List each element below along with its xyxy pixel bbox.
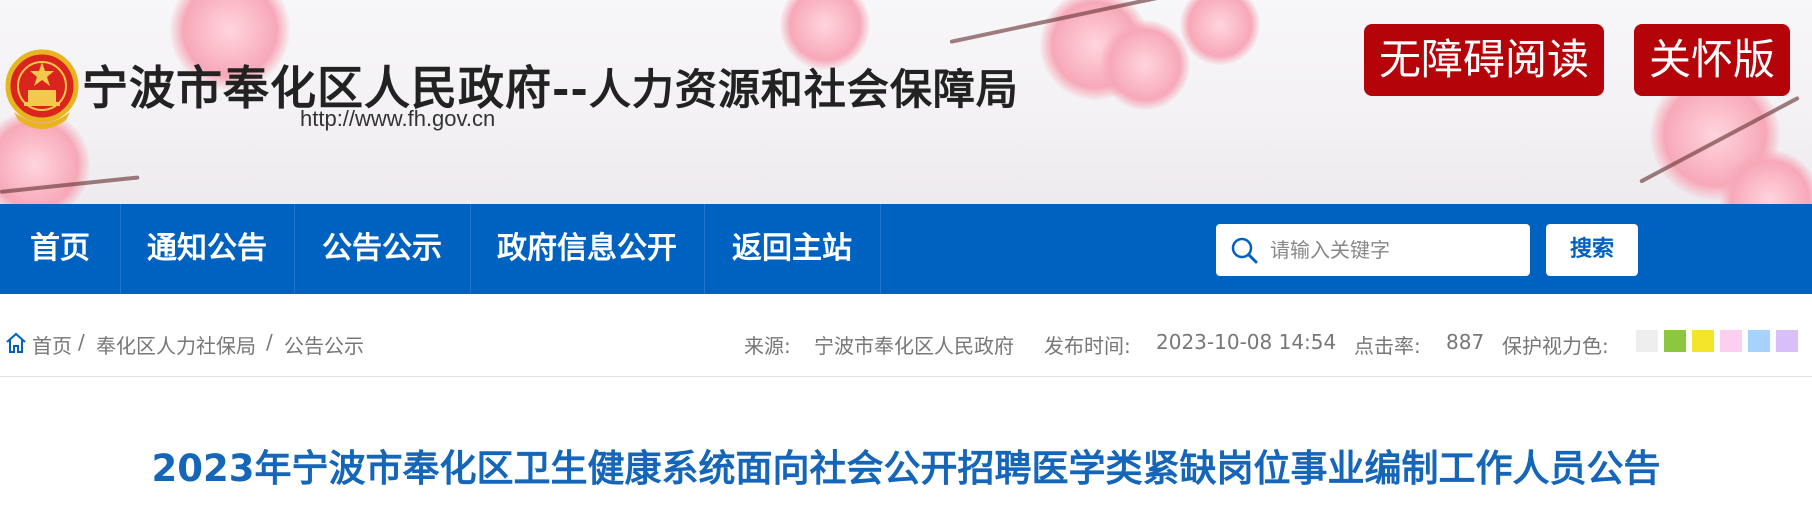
- care-mode-button[interactable]: 关怀版: [1634, 24, 1790, 96]
- article-title: 2023年宁波市奉化区卫生健康系统面向社会公开招聘医学类紧缺岗位事业编制工作人员…: [151, 447, 1661, 490]
- breadcrumb-separator: /: [78, 330, 85, 354]
- site-header: 宁波市奉化区人民政府--人力资源和社会保障局 http://www.fh.gov…: [0, 0, 1812, 204]
- accessibility-reading-button[interactable]: 无障碍阅读: [1364, 24, 1604, 96]
- site-title: 宁波市奉化区人民政府--人力资源和社会保障局: [82, 52, 1019, 118]
- click-count-label: 点击率:: [1354, 334, 1421, 358]
- search-box: [1216, 224, 1530, 276]
- publish-time-label: 发布时间:: [1044, 334, 1131, 358]
- source-label: 来源:: [744, 334, 791, 358]
- nav-item-home[interactable]: 首页: [0, 204, 120, 294]
- nav-item-notices[interactable]: 通知公告: [120, 204, 294, 294]
- breadcrumb-home[interactable]: 首页: [32, 330, 72, 359]
- site-title-sub: --人力资源和社会保障局: [552, 65, 1019, 114]
- eye-color-swatch-gray[interactable]: [1636, 330, 1658, 352]
- blossom-decoration: [1100, 20, 1190, 110]
- eye-color-swatch-pink[interactable]: [1720, 330, 1742, 352]
- breadcrumb-current[interactable]: 公告公示: [284, 330, 364, 359]
- search-icon: [1231, 237, 1258, 264]
- nav-divider: [880, 204, 881, 294]
- home-icon: [6, 332, 26, 353]
- breadcrumb-bar: 首页 / 奉化区人力社保局 / 公告公示 来源: 宁波市奉化区人民政府 发布时间…: [0, 326, 1812, 362]
- nav-item-announcements[interactable]: 公告公示: [294, 204, 470, 294]
- eye-care-color-label: 保护视力色:: [1502, 334, 1609, 358]
- nav-item-gov-info[interactable]: 政府信息公开: [470, 204, 704, 294]
- nav-item-main-site[interactable]: 返回主站: [704, 204, 880, 294]
- source-value: 宁波市奉化区人民政府: [814, 334, 1014, 358]
- search-input[interactable]: [1268, 224, 1518, 276]
- search-button[interactable]: 搜索: [1546, 224, 1638, 276]
- breadcrumb-bureau[interactable]: 奉化区人力社保局: [96, 330, 256, 359]
- eye-color-swatch-green[interactable]: [1664, 330, 1686, 352]
- eye-color-swatch-yellow[interactable]: [1692, 330, 1714, 352]
- breadcrumb-separator: /: [266, 330, 273, 354]
- blossom-decoration: [1180, 0, 1260, 65]
- click-count-value: 887: [1446, 330, 1485, 354]
- eye-color-swatch-blue[interactable]: [1748, 330, 1770, 352]
- publish-time-value: 2023-10-08 14:54: [1156, 330, 1337, 354]
- eye-color-swatch-purple[interactable]: [1776, 330, 1798, 352]
- site-url: http://www.fh.gov.cn: [300, 106, 496, 131]
- main-nav: 首页 通知公告 公告公示 政府信息公开 返回主站: [0, 204, 1812, 294]
- national-emblem-icon: [5, 49, 79, 129]
- section-divider: [0, 376, 1812, 377]
